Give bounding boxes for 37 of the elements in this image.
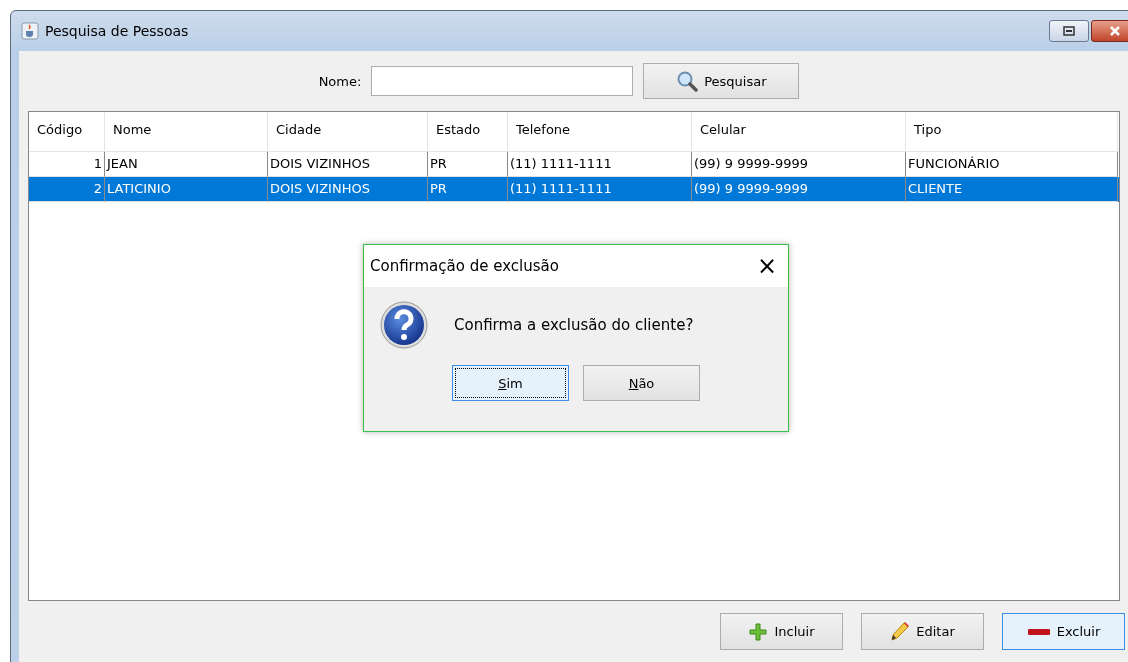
table-row[interactable]: 2 LATICINIO DOIS VIZINHOS PR (11) 1111-1111 (99) 9 9999-9999 CLIENTE: [29, 177, 1119, 202]
table-cell: PR: [428, 177, 508, 202]
add-button[interactable]: Incluir: [720, 613, 843, 650]
dialog-message: Confirma a exclusão do cliente?: [454, 316, 694, 334]
table-cell: CLIENTE: [906, 177, 1118, 202]
window-title: Pesquisa de Pessoas: [45, 23, 189, 39]
search-icon: [676, 70, 699, 92]
pencil-icon: [890, 620, 911, 643]
minus-icon: [1026, 626, 1051, 637]
column-header[interactable]: Código: [29, 112, 105, 151]
close-button[interactable]: [1091, 20, 1128, 42]
column-header[interactable]: Celular: [692, 112, 906, 151]
coffee-cup-icon: [21, 22, 39, 40]
restore-icon: [1063, 26, 1075, 36]
table-cell: (99) 9 9999-9999: [692, 177, 906, 202]
dialog-button[interactable]: Não: [583, 365, 700, 401]
dialog-button[interactable]: Sim: [452, 365, 569, 401]
restore-button[interactable]: [1049, 20, 1089, 42]
column-header[interactable]: Nome: [105, 112, 268, 151]
column-header[interactable]: Tipo: [906, 112, 1118, 151]
plus-icon: [748, 621, 769, 642]
name-label: Nome:: [318, 73, 362, 89]
close-icon: [1109, 25, 1121, 37]
name-field[interactable]: [371, 66, 634, 96]
table-cell: LATICINIO: [105, 177, 268, 202]
delete-button[interactable]: Excluir: [1002, 613, 1125, 650]
search-button[interactable]: Pesquisar: [643, 63, 800, 99]
table-cell: 2: [29, 177, 105, 202]
edit-button[interactable]: Editar: [861, 613, 984, 650]
table-cell: DOIS VIZINHOS: [268, 177, 428, 202]
column-header[interactable]: Estado: [428, 112, 508, 151]
dialog-title: Confirmação de exclusão: [370, 257, 559, 275]
column-header[interactable]: Telefone: [508, 112, 692, 151]
column-header[interactable]: Cidade: [268, 112, 428, 151]
question-icon: [380, 301, 428, 349]
dialog-close-button[interactable]: ×: [752, 251, 782, 281]
table-cell: (11) 1111-1111: [508, 177, 692, 202]
